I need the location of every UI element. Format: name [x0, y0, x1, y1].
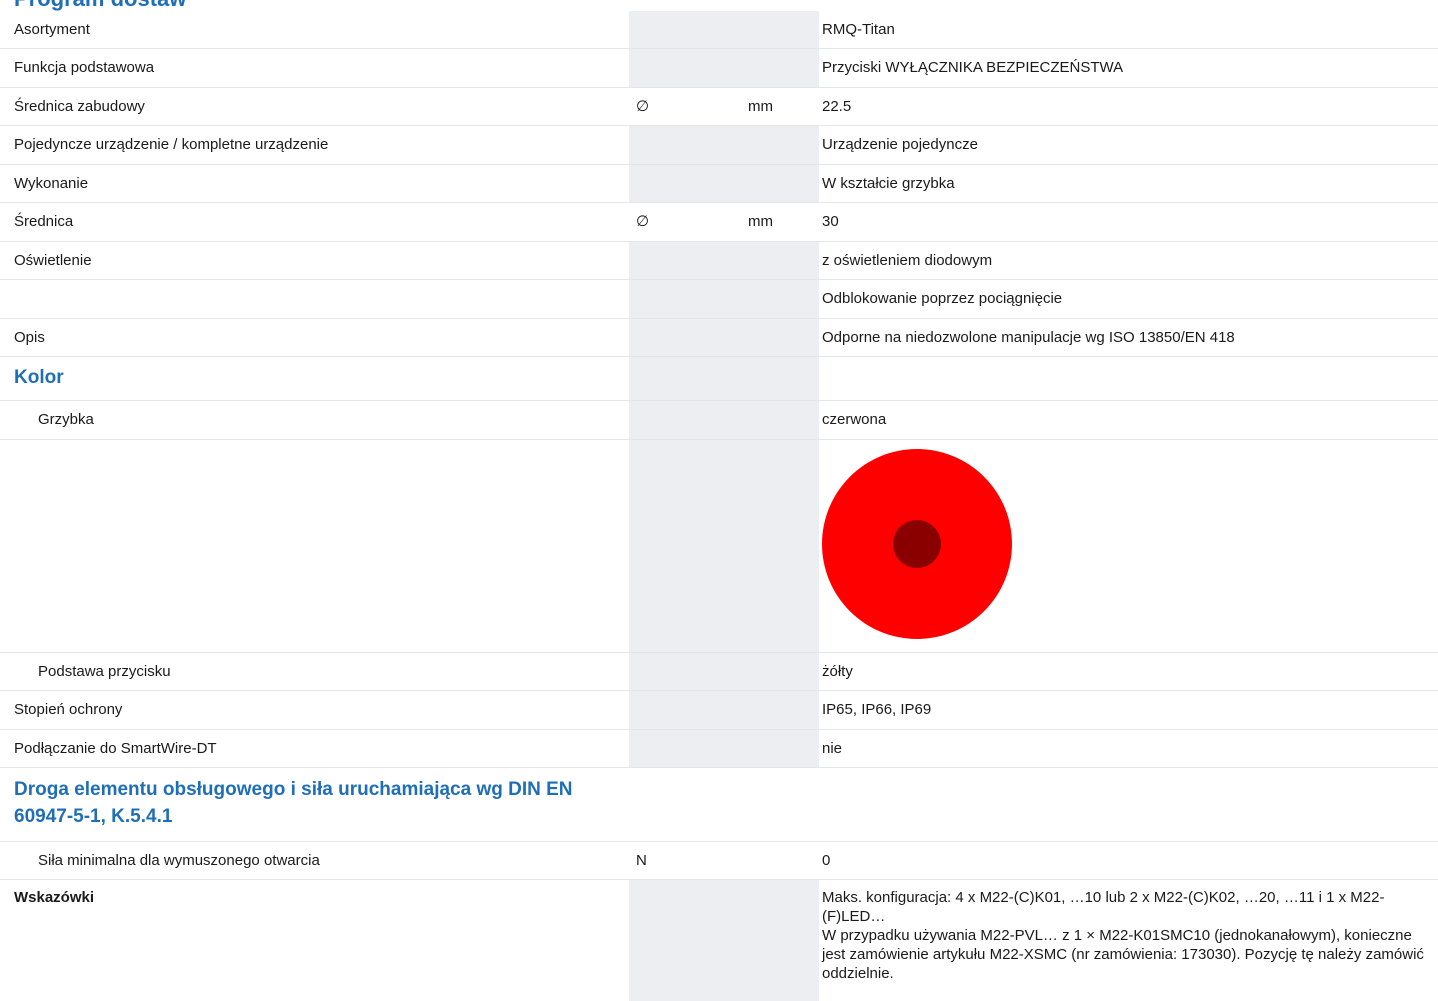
row-value: W kształcie grzybka [822, 175, 955, 192]
row-value: żółty [822, 663, 853, 680]
section-heading-kolor: Kolor [14, 367, 64, 388]
red-mushroom-button-image [822, 449, 1012, 639]
table-row: Wskazówki Maks. konfiguracja: 4 x M22-(C… [0, 880, 1438, 1001]
row-value: nie [822, 740, 843, 757]
row-label: Wykonanie [14, 175, 89, 192]
row-unit: mm [748, 213, 773, 230]
row-value: z oświetleniem diodowym [822, 252, 993, 269]
mushroom-center-dot [893, 520, 941, 568]
row-label: Asortyment [14, 21, 90, 38]
row-value: Przyciski WYŁĄCZNIKA BEZPIECZEŃSTWA [822, 59, 1124, 76]
table-row: Wykonanie W kształcie grzybka [0, 165, 1438, 203]
table-row: Oświetlenie z oświetleniem diodowym [0, 242, 1438, 280]
row-label: Podstawa przycisku [38, 663, 171, 680]
row-label: Opis [14, 329, 45, 346]
row-label: Oświetlenie [14, 252, 92, 269]
section-row: Droga elementu obsługowego i siła urucha… [0, 768, 1438, 842]
table-row: Asortyment RMQ-Titan [0, 11, 1438, 49]
table-row: Funkcja podstawowa Przyciski WYŁĄCZNIKA … [0, 49, 1438, 88]
row-label: Średnica [14, 213, 74, 230]
note-line: Maks. konfiguracja: 4 x M22-(C)K01, …10 … [822, 889, 1385, 925]
row-value: IP65, IP66, IP69 [822, 701, 932, 718]
table-row: Podłączanie do SmartWire-DT nie [0, 730, 1438, 768]
row-label: Średnica zabudowy [14, 98, 145, 115]
row-value: 0 [822, 852, 831, 869]
row-label: Siła minimalna dla wymuszonego otwarcia [38, 852, 320, 869]
row-label: Podłączanie do SmartWire-DT [14, 740, 217, 757]
spec-table: Asortyment RMQ-Titan Funkcja podstawowa … [0, 11, 1438, 1001]
table-row: Opis Odporne na niedozwolone manipulacje… [0, 319, 1438, 357]
table-row: Średnica zabudowy ∅ mm 22.5 [0, 88, 1438, 126]
image-row [0, 440, 1438, 653]
diameter-symbol: ∅ [636, 213, 650, 230]
row-value: Odporne na niedozwolone manipulacje wg I… [822, 329, 1235, 346]
row-label: Stopień ochrony [14, 701, 123, 718]
row-value: Urządzenie pojedyncze [822, 136, 978, 153]
row-label: Pojedyncze urządzenie / kompletne urządz… [14, 136, 329, 153]
row-label: Grzybka [38, 411, 94, 428]
table-row: Podstawa przycisku żółty [0, 653, 1438, 691]
row-label-wskazowki: Wskazówki [14, 889, 95, 906]
row-label: Funkcja podstawowa [14, 59, 155, 76]
table-row: Siła minimalna dla wymuszonego otwarcia … [0, 842, 1438, 880]
row-value: 30 [822, 213, 839, 230]
table-row: Grzybka czerwona [0, 401, 1438, 440]
diameter-symbol: ∅ [636, 98, 650, 115]
section-heading-droga: Droga elementu obsługowego i siła urucha… [14, 779, 573, 827]
row-value: Odblokowanie poprzez pociągnięcie [822, 290, 1063, 307]
note-line: W przypadku używania M22-PVL… z 1 × M22-… [822, 927, 1424, 982]
row-unit: mm [748, 98, 773, 115]
table-row: Odblokowanie poprzez pociągnięcie [0, 280, 1438, 319]
section-row: Kolor [0, 357, 1438, 401]
row-symbol: N [636, 852, 647, 869]
table-row: Pojedyncze urządzenie / kompletne urządz… [0, 126, 1438, 165]
row-value-notes: Maks. konfiguracja: 4 x M22-(C)K01, …10 … [822, 888, 1438, 983]
row-value: 22.5 [822, 98, 852, 115]
table-row: Średnica ∅ mm 30 [0, 203, 1438, 242]
row-value: RMQ-Titan [822, 21, 895, 38]
row-value: czerwona [822, 411, 887, 428]
table-row: Stopień ochrony IP65, IP66, IP69 [0, 691, 1438, 730]
